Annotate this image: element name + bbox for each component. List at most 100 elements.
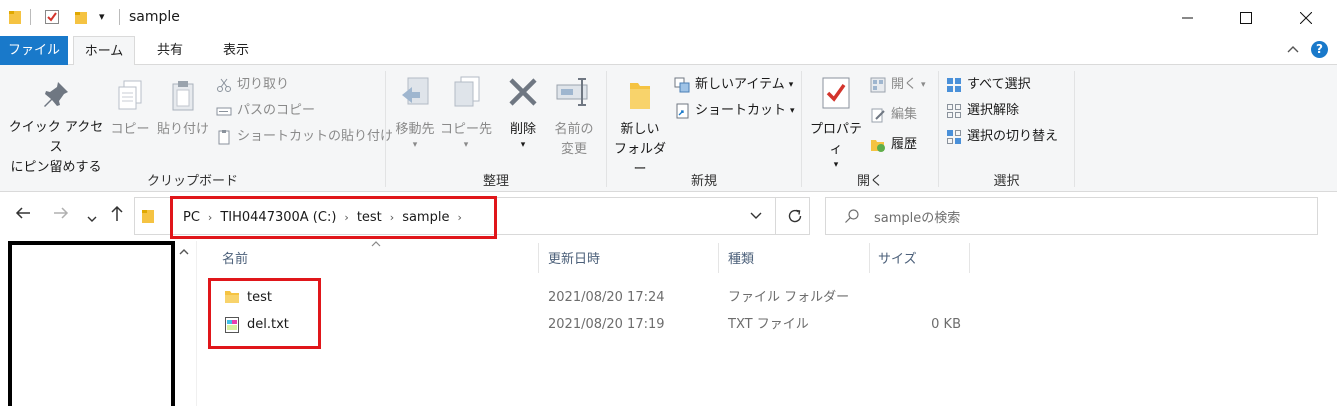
properties-button[interactable]: プロパティ ▾	[805, 75, 867, 170]
breadcrumb-separator-icon[interactable]: ›	[344, 211, 348, 224]
invert-selection-label: 選択の切り替え	[967, 129, 1059, 144]
close-icon	[1300, 12, 1312, 24]
column-header-type[interactable]: 種類	[728, 247, 754, 273]
pin-to-quick-access-button[interactable]: クイック アクセス にピン留めする	[4, 79, 108, 178]
search-placeholder: sampleの検索	[874, 210, 961, 226]
search-box[interactable]: sampleの検索	[825, 197, 1318, 235]
cut-button[interactable]: 切り取り	[216, 73, 289, 97]
pane-splitter[interactable]	[196, 241, 197, 406]
minimize-icon	[1182, 17, 1193, 19]
refresh-icon[interactable]	[786, 207, 804, 228]
new-item-button[interactable]: 新しいアイテム ▾	[674, 73, 793, 97]
invert-selection-button[interactable]: 選択の切り替え	[946, 125, 1058, 149]
maximize-button[interactable]	[1220, 0, 1272, 36]
delete-dropdown-icon: ▾	[520, 140, 526, 150]
scissors-icon	[217, 78, 231, 92]
paste-button[interactable]: 貼り付け	[154, 79, 212, 140]
open-group-label: 開く	[856, 174, 883, 189]
copy-to-dropdown-icon: ▾	[463, 140, 469, 150]
delete-label: 削除	[509, 122, 536, 137]
breadcrumb-separator-icon[interactable]: ›	[208, 211, 212, 224]
new-folder-button[interactable]: 新しい フォルダー	[610, 75, 670, 180]
new-folder-icon[interactable]	[74, 9, 88, 28]
folder-icon	[8, 9, 22, 28]
paste-shortcut-button[interactable]: ショートカットの貼り付け	[216, 125, 393, 149]
breadcrumb-drive[interactable]: TIH0447300A (C:)	[220, 210, 336, 225]
copy-label: コピー	[110, 122, 150, 137]
edit-label: 編集	[891, 107, 918, 122]
history-button[interactable]: 履歴	[870, 133, 917, 157]
file-size: 0 KB	[931, 317, 961, 332]
move-to-button[interactable]: 移動先 ▾	[390, 75, 440, 150]
rename-button[interactable]: 名前の 変更	[550, 75, 598, 160]
breadcrumb-sample[interactable]: sample	[402, 210, 449, 225]
copy-button[interactable]: コピー	[108, 79, 152, 140]
copy-to-icon	[454, 76, 480, 107]
tab-share[interactable]: 共有	[145, 36, 195, 65]
breadcrumb-separator-icon[interactable]: ›	[390, 211, 394, 224]
delete-button[interactable]: 削除 ▾	[500, 75, 546, 150]
address-history-chevron-icon[interactable]	[749, 210, 763, 225]
select-group-label: 選択	[993, 174, 1020, 189]
shortcut-icon	[676, 103, 689, 119]
properties-icon	[822, 77, 850, 109]
properties-icon[interactable]	[44, 9, 60, 28]
divider	[119, 9, 120, 25]
rename-icon	[556, 78, 588, 106]
column-header-modified[interactable]: 更新日時	[548, 247, 600, 273]
title-bar: ▾ sample	[0, 0, 1337, 36]
file-modified: 2021/08/20 17:19	[548, 317, 665, 332]
paste-label: 貼り付け	[156, 122, 209, 137]
tab-home[interactable]: ホーム	[73, 36, 135, 66]
new-group-label: 新規	[690, 174, 717, 189]
select-all-button[interactable]: すべて選択	[946, 73, 1031, 97]
column-divider[interactable]	[538, 243, 539, 273]
column-divider[interactable]	[718, 243, 719, 273]
recent-locations-chevron-icon[interactable]	[86, 208, 98, 229]
select-all-icon	[947, 78, 961, 92]
navigation-pane[interactable]	[8, 241, 175, 406]
up-arrow-icon[interactable]	[109, 204, 125, 227]
divider	[775, 198, 776, 234]
paste-icon	[172, 81, 194, 111]
copy-path-label: パスのコピー	[237, 103, 316, 118]
breadcrumb: PC › TIH0447300A (C:) › test › sample ›	[170, 196, 497, 239]
group-divider	[1074, 71, 1075, 187]
rename-label-line1: 名前の	[554, 122, 594, 137]
divider	[30, 9, 31, 25]
breadcrumb-separator-icon[interactable]: ›	[457, 211, 461, 224]
shortcut-dropdown-icon: ▾	[790, 106, 795, 116]
new-item-icon	[674, 77, 690, 93]
rename-label-line2: 変更	[560, 142, 587, 157]
open-icon	[870, 77, 886, 93]
close-button[interactable]	[1280, 0, 1332, 36]
edit-button[interactable]: 編集	[870, 103, 917, 127]
scroll-up-icon[interactable]	[179, 248, 189, 259]
ribbon-tabs: ファイル ホーム 共有 表示 ?	[0, 36, 1337, 66]
open-button[interactable]: 開く ▾	[870, 73, 926, 97]
forward-arrow-icon[interactable]	[52, 204, 70, 227]
tab-view[interactable]: 表示	[208, 36, 264, 65]
customize-toolbar-dropdown[interactable]: ▾	[99, 10, 105, 23]
paste-shortcut-icon	[218, 130, 230, 145]
column-divider[interactable]	[869, 243, 870, 273]
column-divider[interactable]	[969, 243, 970, 273]
select-none-button[interactable]: 選択解除	[946, 99, 1019, 123]
maximize-icon	[1240, 12, 1252, 24]
breadcrumb-test[interactable]: test	[357, 210, 382, 225]
column-header-size[interactable]: サイズ	[878, 247, 917, 273]
column-header-name[interactable]: 名前	[222, 247, 248, 273]
breadcrumb-pc[interactable]: PC	[183, 210, 200, 225]
tab-file[interactable]: ファイル	[0, 36, 68, 65]
copy-to-label: コピー先	[440, 122, 493, 137]
copy-path-button[interactable]: パスのコピー	[216, 99, 315, 123]
copy-to-button[interactable]: コピー先 ▾	[440, 75, 492, 150]
shortcut-button[interactable]: ショートカット ▾	[674, 99, 795, 123]
collapse-ribbon-icon[interactable]	[1287, 43, 1299, 58]
paste-shortcut-label: ショートカットの貼り付け	[237, 129, 394, 144]
help-icon[interactable]: ?	[1311, 41, 1328, 58]
window-title: sample	[129, 9, 180, 25]
minimize-button[interactable]	[1162, 0, 1214, 36]
back-arrow-icon[interactable]	[14, 204, 32, 227]
files-highlight-box	[208, 278, 321, 349]
